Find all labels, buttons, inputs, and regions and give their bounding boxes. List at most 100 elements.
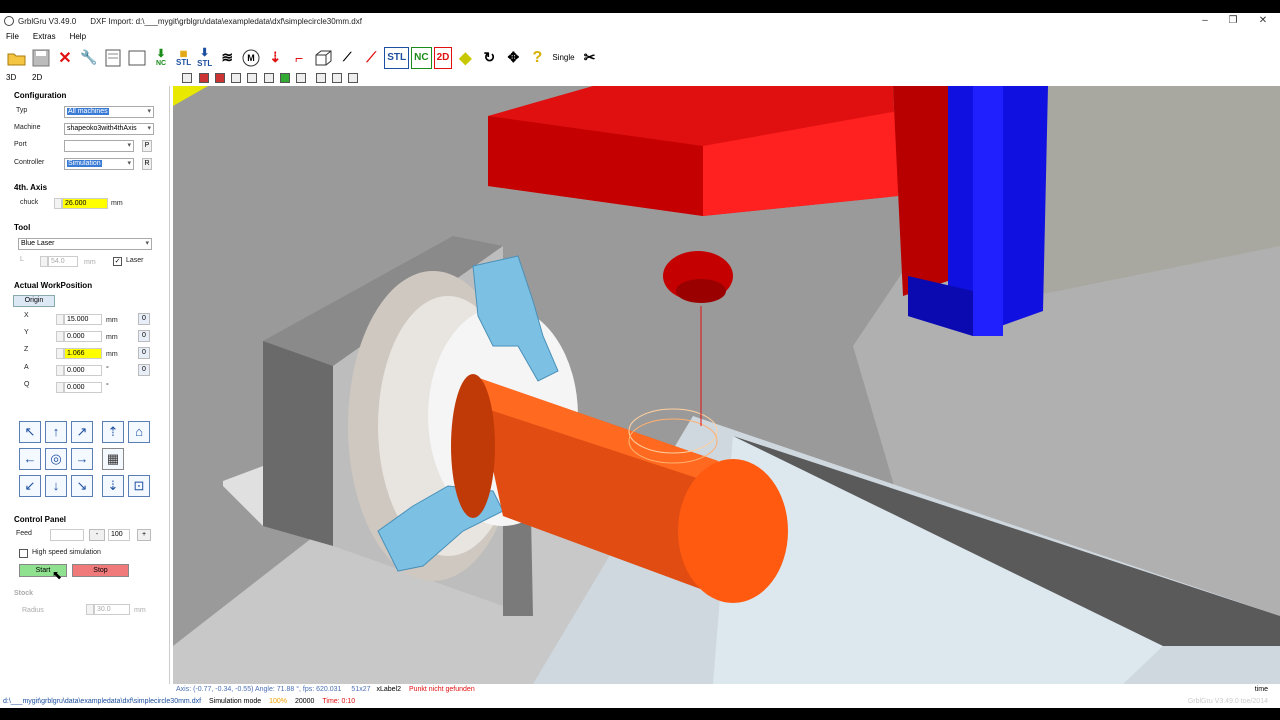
view-icon-8[interactable] (296, 73, 306, 83)
3d-viewport[interactable] (173, 86, 1280, 684)
x-input[interactable]: 15.000 (64, 314, 102, 325)
axis4-title: 4th. Axis (14, 183, 48, 192)
path-icon[interactable]: ⌐ (288, 47, 310, 69)
app-window: GrblGru V3.49.0 DXF Import: d:\___mygit\… (0, 13, 1280, 708)
jog-left-icon[interactable]: ← (19, 448, 41, 470)
chuck-label: chuck (20, 199, 39, 206)
calculator-icon[interactable]: ▦ (102, 448, 124, 470)
stop-button[interactable]: Stop (72, 564, 129, 577)
2d-button[interactable]: 2D (433, 46, 453, 69)
x-spinner[interactable] (56, 314, 64, 325)
view-icon-3[interactable] (215, 73, 225, 83)
z-zero-button[interactable]: 0 (138, 347, 150, 359)
view-icon-1[interactable] (182, 73, 192, 83)
jog-down-right-icon[interactable]: ↘ (71, 475, 93, 497)
window-icon[interactable] (126, 47, 148, 69)
tab-2d[interactable]: 2D (32, 73, 42, 82)
view-icon-9[interactable] (316, 73, 326, 83)
view-icon-10[interactable] (332, 73, 342, 83)
mode-label: Simulation mode (209, 698, 262, 705)
jog-down-icon[interactable]: ↓ (45, 475, 67, 497)
jog-up-right-icon[interactable]: ↗ (71, 421, 93, 443)
menu-file[interactable]: File (6, 32, 19, 41)
jog-probe-icon[interactable]: ⊡ (128, 475, 150, 497)
notepad-icon[interactable] (102, 47, 124, 69)
jog-down-left-icon[interactable]: ↙ (19, 475, 41, 497)
view-icon-2[interactable] (199, 73, 209, 83)
layers-icon[interactable]: ≋ (216, 47, 238, 69)
jog-z-up-icon[interactable]: ⇡ (102, 421, 124, 443)
feed-minus-button[interactable]: - (89, 529, 105, 541)
nc-button[interactable]: NC (411, 46, 432, 69)
tool-length-input: 54.0 (48, 256, 78, 267)
feed-percent-input[interactable]: 100 (108, 529, 130, 541)
port-button[interactable]: P (142, 140, 152, 152)
maximize-icon[interactable]: ❐ (1218, 13, 1248, 29)
plane-icon[interactable]: ⟋ (336, 47, 358, 69)
delete-icon[interactable]: ✕ (54, 47, 76, 69)
save-icon[interactable] (30, 47, 52, 69)
refresh-icon[interactable]: ↻ (478, 47, 500, 69)
view-icon-11[interactable] (348, 73, 358, 83)
origin-button[interactable]: Origin (13, 295, 55, 307)
view-icon-5[interactable] (247, 73, 257, 83)
config-title: Configuration (14, 91, 67, 100)
y-spinner[interactable] (56, 331, 64, 342)
open-folder-icon[interactable] (6, 47, 28, 69)
tool-select[interactable]: Blue Laser ▾ (18, 238, 152, 250)
stl-table-icon[interactable]: ▦ STL (174, 47, 193, 69)
chuck-input[interactable]: 26.000 (62, 198, 108, 209)
chuck-spinner[interactable] (54, 198, 62, 209)
view-icon-4[interactable] (231, 73, 241, 83)
a-spinner[interactable] (56, 365, 64, 376)
z-input[interactable]: 1.066 (64, 348, 102, 359)
x-zero-button[interactable]: 0 (138, 313, 150, 325)
minimize-icon[interactable]: – (1190, 13, 1220, 29)
stl-button[interactable]: STL (384, 46, 410, 69)
view-icon-7[interactable] (280, 73, 290, 83)
chevron-down-icon: ▾ (127, 142, 131, 149)
pointer-icon[interactable]: ◆ (454, 47, 476, 69)
jog-up-icon[interactable]: ↑ (45, 421, 67, 443)
jog-up-left-icon[interactable]: ↖ (19, 421, 41, 443)
laser-checkbox[interactable]: ✓ (113, 257, 122, 266)
typ-select[interactable]: All machines ▾ (64, 106, 154, 118)
count-label: 20000 (294, 698, 315, 705)
a-input[interactable]: 0.000 (64, 365, 102, 376)
port-select[interactable]: ▾ (64, 140, 134, 152)
controller-select[interactable]: Simulation ▾ (64, 158, 134, 170)
high-speed-checkbox[interactable] (19, 549, 28, 558)
control-title: Control Panel (14, 515, 67, 524)
a-zero-button[interactable]: 0 (138, 364, 150, 376)
curve-icon[interactable]: ⟋ (360, 47, 382, 69)
stl-label-2: STL (197, 58, 213, 68)
help-icon[interactable]: ? (526, 47, 548, 69)
jog-z-down-icon[interactable]: ⇣ (102, 475, 124, 497)
laser-tool-icon[interactable]: ⇣ (264, 47, 286, 69)
import-nc-icon[interactable]: ⬇ NC (150, 47, 172, 69)
menu-help[interactable]: Help (70, 32, 86, 41)
machine-m-icon[interactable]: M (240, 47, 262, 69)
a-unit: ° (106, 366, 109, 373)
q-input[interactable]: 0.000 (64, 382, 102, 393)
feed-plus-button[interactable]: + (137, 529, 151, 541)
feed-input[interactable] (50, 529, 84, 541)
box-icon[interactable] (312, 47, 334, 69)
z-spinner[interactable] (56, 348, 64, 359)
q-spinner[interactable] (56, 382, 64, 393)
import-stl-icon[interactable]: ⬇ STL (195, 47, 214, 69)
jog-right-icon[interactable]: → (71, 448, 93, 470)
reset-button[interactable]: R (142, 158, 152, 170)
close-icon[interactable]: ✕ (1248, 13, 1278, 29)
y-input[interactable]: 0.000 (64, 331, 102, 342)
menu-extras[interactable]: Extras (33, 32, 56, 41)
move-icon[interactable]: ✥ (502, 47, 524, 69)
tools-icon[interactable]: ✂ (579, 47, 601, 69)
jog-home-icon[interactable]: ⌂ (128, 421, 150, 443)
y-zero-button[interactable]: 0 (138, 330, 150, 342)
wrench-icon[interactable]: 🔧 (78, 47, 100, 69)
tab-3d[interactable]: 3D (6, 73, 16, 82)
machine-select[interactable]: shapeoko3with4thAxis ▾ (64, 123, 154, 135)
view-icon-6[interactable] (264, 73, 274, 83)
jog-center-icon[interactable]: ◎ (45, 448, 67, 470)
